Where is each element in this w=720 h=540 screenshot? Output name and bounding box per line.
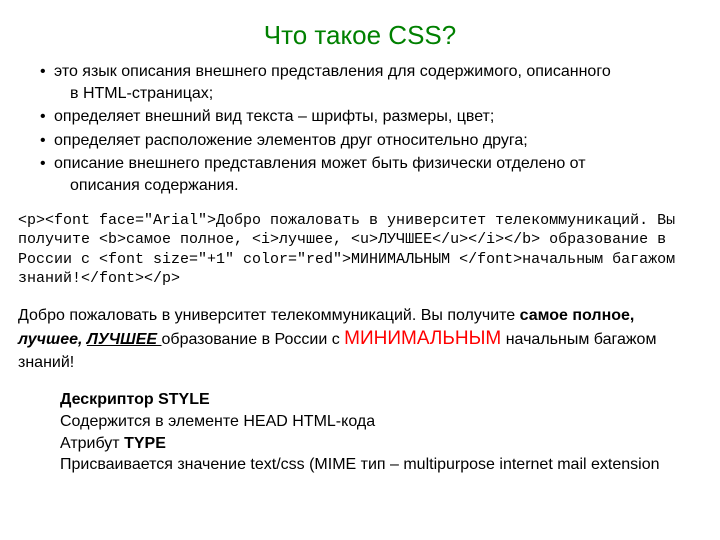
bullet-text: описание внешнего представления может бы… xyxy=(54,155,586,172)
slide: Что такое CSS? •это язык описания внешне… xyxy=(0,0,720,540)
rendered-underline: ЛУЧШЕЕ xyxy=(87,331,162,348)
bullet-item: •определяет внешний вид текста – шрифты,… xyxy=(40,106,702,128)
bullet-item: •определяет расположение элементов друг … xyxy=(40,130,702,152)
style-strong: TYPE xyxy=(124,435,166,452)
bullet-marker: • xyxy=(40,130,54,152)
bullet-text-cont: описания содержания. xyxy=(40,175,702,197)
bullet-item: •это язык описания внешнего представлени… xyxy=(40,61,702,104)
bullet-item: •описание внешнего представления может б… xyxy=(40,153,702,196)
rendered-red: МИНИМАЛЬНЫМ xyxy=(344,328,501,349)
rendered-text: образование в России с xyxy=(162,331,345,348)
style-text: Атрибут xyxy=(60,435,124,452)
bullet-text: это язык описания внешнего представления… xyxy=(54,63,611,80)
rendered-text: Добро пожаловать в университет телекомму… xyxy=(18,307,520,324)
bullet-text: определяет внешний вид текста – шрифты, … xyxy=(54,108,494,125)
style-line: Содержится в элементе HEAD HTML-кода xyxy=(60,411,702,433)
bullet-list: •это язык описания внешнего представлени… xyxy=(40,61,702,197)
bullet-marker: • xyxy=(40,106,54,128)
style-line: Дескриптор STYLE xyxy=(60,389,702,411)
rendered-example: Добро пожаловать в университет телекомму… xyxy=(18,305,702,374)
bullet-text: определяет расположение элементов друг о… xyxy=(54,132,528,149)
rendered-italic: лучшее, xyxy=(18,331,87,348)
code-example: <p><font face="Arial">Добро пожаловать в… xyxy=(18,211,702,289)
bullet-marker: • xyxy=(40,153,54,175)
bullet-marker: • xyxy=(40,61,54,83)
style-line: Присваивается значение text/css (MIME ти… xyxy=(60,454,702,476)
style-descriptor-block: Дескриптор STYLE Содержится в элементе H… xyxy=(60,389,702,475)
rendered-bold: самое полное, xyxy=(520,307,635,324)
style-strong: Дескриптор STYLE xyxy=(60,391,210,408)
style-line: Атрибут TYPE xyxy=(60,433,702,455)
slide-title: Что такое CSS? xyxy=(18,20,702,51)
bullet-text-cont: в HTML-страницах; xyxy=(40,83,702,105)
